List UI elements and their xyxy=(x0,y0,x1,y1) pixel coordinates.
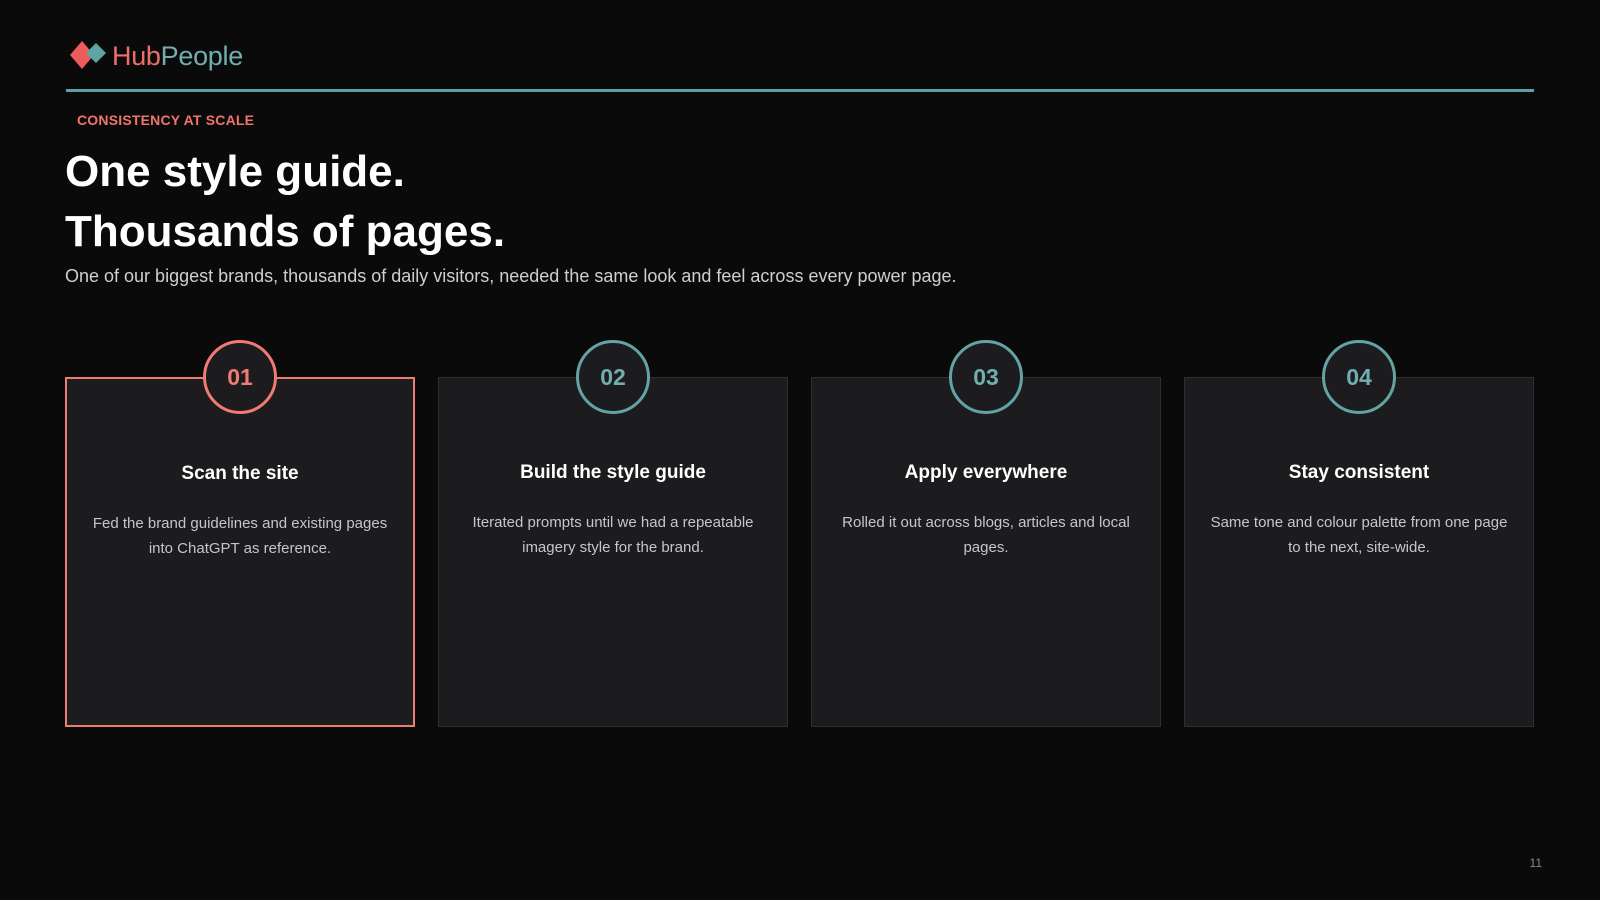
step-title: Apply everywhere xyxy=(904,462,1068,483)
step-description: Same tone and colour palette from one pa… xyxy=(1210,514,1508,556)
step-number-badge: 02 xyxy=(576,340,650,414)
page-subtitle: One of our biggest brands, thousands of … xyxy=(65,266,957,286)
step-description: Fed the brand guidelines and existing pa… xyxy=(92,515,388,557)
step-number-badge: 01 xyxy=(203,340,277,414)
brand-logo: HubPeople xyxy=(68,38,243,74)
step-description: Iterated prompts until we had a repeatab… xyxy=(472,514,754,556)
step-number-badge: 04 xyxy=(1322,340,1396,414)
page-title-line-1: One style guide. xyxy=(65,147,405,196)
slide: HubPeople CONSISTENCY AT SCALE One style… xyxy=(0,0,1600,900)
step-description: Rolled it out across blogs, articles and… xyxy=(842,514,1130,556)
page-title: One style guide. Thousands of pages. xyxy=(65,142,505,262)
page-title-line-2: Thousands of pages. xyxy=(65,207,506,256)
brand-name-people: People xyxy=(160,41,244,71)
page-number: 11 xyxy=(1529,856,1542,870)
step-title: Stay consistent xyxy=(1288,462,1430,483)
step-card-2: 02 Build the style guide Iterated prompt… xyxy=(438,340,788,727)
step-card-3: 03 Apply everywhere Rolled it out across… xyxy=(811,340,1161,727)
brand-name-hub: Hub xyxy=(112,41,161,71)
step-card-4: 04 Stay consistent Same tone and colour … xyxy=(1184,340,1534,727)
diamond-logo-icon xyxy=(70,41,106,69)
eyebrow-label: CONSISTENCY AT SCALE xyxy=(77,112,255,128)
step-title: Scan the site xyxy=(181,463,299,484)
brand-wordmark: HubPeople xyxy=(112,38,243,74)
step-title: Build the style guide xyxy=(520,462,706,483)
step-card-1: 01 Scan the site Fed the brand guideline… xyxy=(65,340,415,727)
header-divider xyxy=(66,89,1534,92)
step-number-badge: 03 xyxy=(949,340,1023,414)
